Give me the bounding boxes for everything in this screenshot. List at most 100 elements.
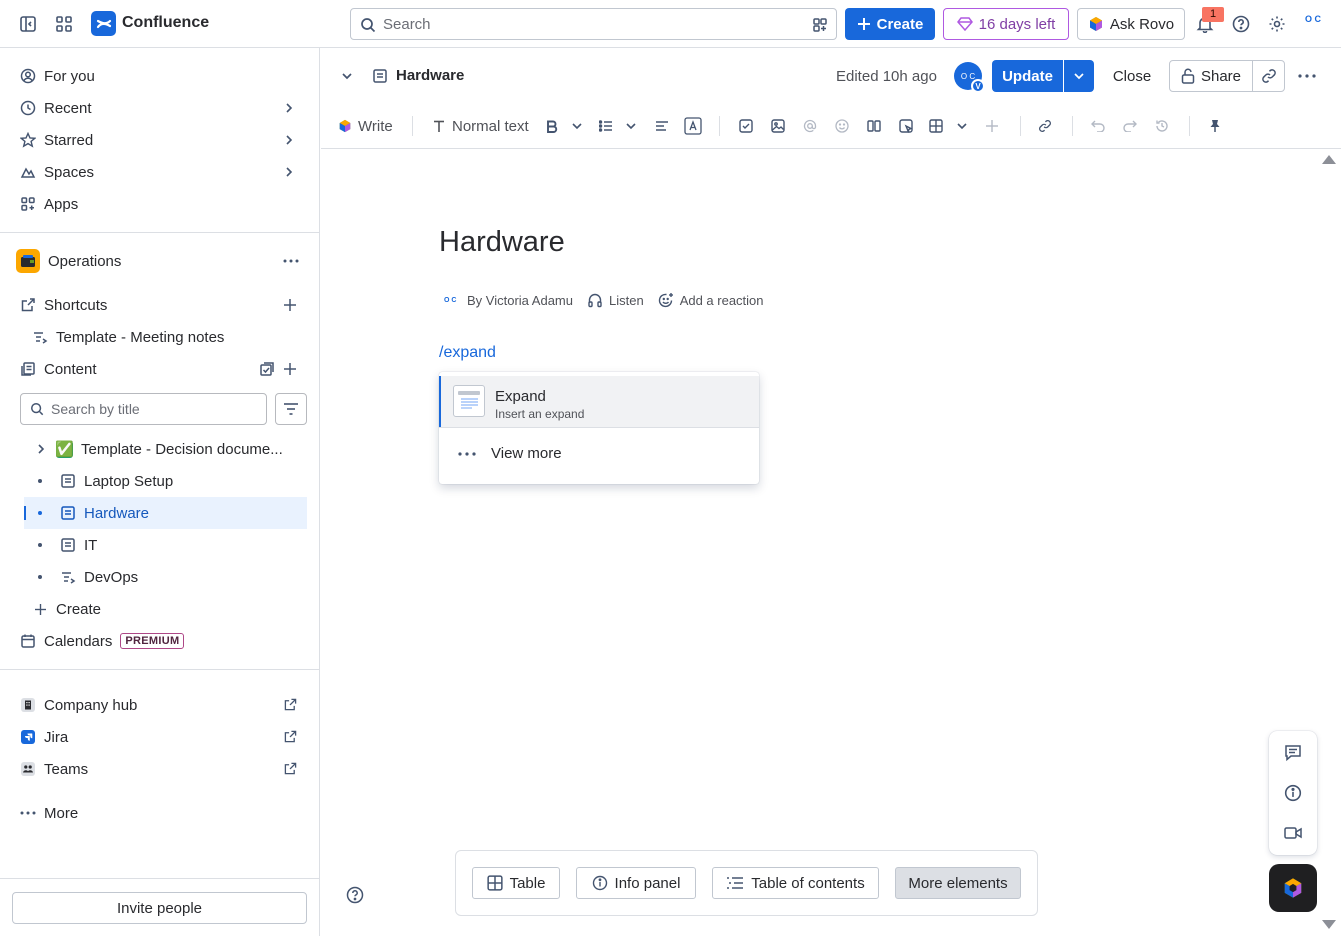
invite-people-button[interactable]: Invite people — [12, 892, 307, 924]
trial-button[interactable]: 16 days left — [943, 8, 1069, 40]
insert-info-panel-button[interactable]: Info panel — [576, 867, 696, 899]
insert-macro-button[interactable] — [899, 114, 913, 138]
sidebar-toggle-icon[interactable] — [16, 12, 40, 36]
sidebar-title-search[interactable] — [20, 393, 267, 425]
sidebar-app-teams[interactable]: Teams — [12, 753, 308, 785]
tree-item-devops[interactable]: DevOps — [24, 561, 307, 593]
confluence-logo-icon[interactable] — [91, 11, 116, 36]
space-operations[interactable]: Operations — [12, 245, 308, 277]
settings-gear-icon[interactable] — [1265, 12, 1289, 36]
bullet-list-button[interactable] — [599, 114, 613, 138]
add-content-plus-icon[interactable] — [284, 363, 296, 375]
insert-image-button[interactable] — [771, 114, 785, 138]
update-options-button[interactable] — [1064, 60, 1094, 92]
chevron-right-icon[interactable] — [282, 165, 296, 179]
sidebar-item-recent[interactable]: Recent — [12, 92, 308, 124]
close-button[interactable]: Close — [1101, 60, 1163, 92]
add-reaction-button[interactable]: Add a reaction — [658, 292, 764, 308]
breadcrumb-page-title[interactable]: Hardware — [396, 67, 464, 84]
toolbar-separator — [1020, 116, 1021, 136]
scroll-up-arrow[interactable] — [1322, 155, 1336, 164]
create-button[interactable]: Create — [845, 8, 935, 40]
shortcut-item-meeting-notes[interactable]: Template - Meeting notes — [24, 321, 308, 353]
redo-button[interactable] — [1123, 114, 1137, 138]
mention-button[interactable] — [803, 114, 817, 138]
insert-table-of-contents-button[interactable]: Table of contents — [712, 867, 879, 899]
user-avatar[interactable]: O C — [1300, 14, 1326, 34]
listen-button[interactable]: Listen — [587, 292, 644, 308]
video-icon[interactable] — [1284, 824, 1302, 842]
copy-link-button[interactable] — [1252, 60, 1285, 92]
pin-toolbar-button[interactable] — [1209, 114, 1221, 138]
more-formatting-dropdown[interactable] — [571, 114, 583, 138]
undo-button[interactable] — [1091, 114, 1105, 138]
search-by-title-input[interactable] — [51, 401, 251, 417]
layouts-button[interactable] — [867, 114, 881, 138]
insert-link-button[interactable] — [1038, 114, 1052, 138]
link-icon — [1039, 120, 1051, 132]
sidebar-item-shortcuts[interactable]: Shortcuts — [12, 289, 308, 321]
page-title[interactable]: Hardware — [439, 226, 565, 259]
author-avatar: O C — [444, 296, 457, 304]
view-more-button[interactable]: View more — [491, 445, 562, 462]
write-mode-button[interactable]: Write — [338, 114, 393, 138]
chevron-right-icon[interactable] — [282, 133, 296, 147]
sidebar-item-apps[interactable]: Apps — [12, 188, 308, 220]
help-icon[interactable] — [346, 886, 364, 904]
insert-more-button[interactable] — [986, 114, 998, 138]
create-from-template-icon[interactable] — [259, 361, 275, 377]
update-button[interactable]: Update — [992, 60, 1063, 92]
last-edited-status[interactable]: Edited 10h ago — [836, 68, 937, 85]
insert-table-quick-button[interactable]: Table — [472, 867, 560, 899]
external-link-icon[interactable] — [284, 698, 297, 711]
global-search[interactable] — [350, 8, 837, 40]
ask-rovo-button[interactable]: Ask Rovo — [1077, 8, 1185, 40]
author-byline[interactable]: O C By Victoria Adamu — [444, 293, 573, 308]
more-elements-button[interactable]: More elements — [895, 867, 1021, 899]
create-page-button[interactable]: Create — [24, 593, 307, 625]
more-options-icon[interactable] — [1298, 74, 1316, 78]
insert-table-button[interactable] — [929, 114, 943, 138]
external-link-icon[interactable] — [284, 730, 297, 743]
text-color-button[interactable] — [684, 114, 702, 138]
rovo-chat-button[interactable] — [1269, 864, 1317, 912]
sidebar-app-jira[interactable]: Jira — [12, 721, 308, 753]
sidebar-item-starred[interactable]: Starred — [12, 124, 308, 156]
scroll-down-arrow[interactable] — [1322, 920, 1336, 929]
text-style-dropdown[interactable]: Normal text — [433, 114, 529, 138]
tree-item-decision-template[interactable]: ✅ Template - Decision docume... — [24, 433, 307, 465]
share-button[interactable]: Share — [1169, 60, 1253, 92]
tree-item-hardware[interactable]: Hardware — [24, 497, 307, 529]
bold-button[interactable] — [544, 114, 560, 138]
search-input[interactable] — [383, 15, 803, 33]
table-options-dropdown[interactable] — [956, 114, 968, 138]
slash-command-text[interactable]: /expand — [439, 344, 496, 362]
tree-item-it[interactable]: IT — [24, 529, 307, 561]
emoji-button[interactable] — [835, 114, 849, 138]
sidebar-item-spaces[interactable]: Spaces — [12, 156, 308, 188]
version-history-button[interactable] — [1155, 114, 1169, 138]
comment-icon[interactable] — [1284, 744, 1302, 762]
info-icon[interactable] — [1284, 784, 1302, 802]
help-icon[interactable] — [1229, 12, 1253, 36]
more-dots-icon[interactable] — [283, 259, 299, 263]
sidebar-item-for-you[interactable]: For you — [12, 60, 308, 92]
list-options-dropdown[interactable] — [625, 114, 637, 138]
tree-item-laptop-setup[interactable]: Laptop Setup — [24, 465, 307, 497]
filter-button[interactable] — [275, 393, 307, 425]
search-filter-icon[interactable] — [812, 17, 828, 33]
chevron-right-icon[interactable] — [36, 444, 46, 454]
external-link-icon[interactable] — [284, 762, 297, 775]
action-item-button[interactable] — [739, 114, 753, 138]
collaborator-avatar[interactable]: O C V — [954, 62, 985, 93]
app-name[interactable]: Confluence — [122, 14, 209, 32]
sidebar-item-more[interactable]: More — [12, 797, 308, 829]
menu-item-expand[interactable]: Expand Insert an expand — [439, 376, 759, 427]
sidebar-item-calendars[interactable]: Calendars PREMIUM — [12, 625, 308, 657]
add-shortcut-plus-icon[interactable] — [284, 299, 296, 311]
chevron-right-icon[interactable] — [282, 101, 296, 115]
sidebar-app-company-hub[interactable]: Company hub — [12, 689, 308, 721]
app-switcher-icon[interactable] — [52, 12, 76, 36]
chevron-down-icon[interactable] — [341, 70, 353, 82]
alignment-button[interactable] — [655, 114, 669, 138]
